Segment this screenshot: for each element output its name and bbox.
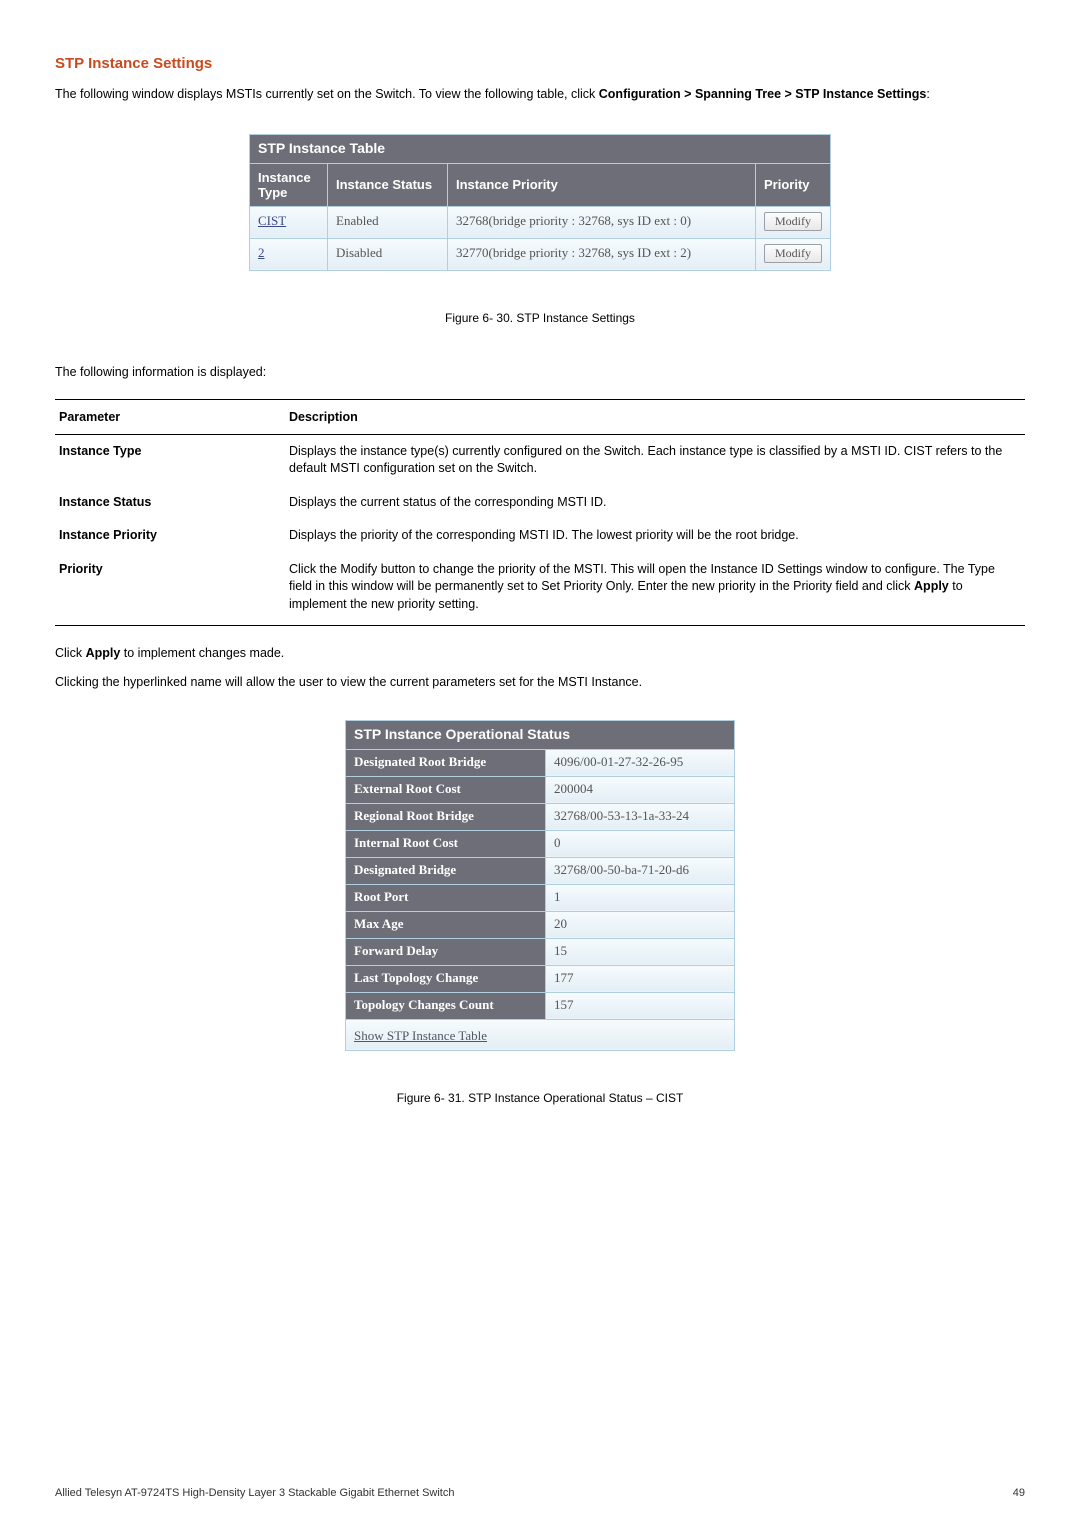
op-status-title: STP Instance Operational Status <box>346 720 735 749</box>
param-name: Instance Priority <box>55 519 285 553</box>
footer-page-number: 49 <box>1013 1487 1025 1499</box>
th-priority: Priority <box>756 163 831 206</box>
op-val: 157 <box>546 992 735 1019</box>
op-status-table: STP Instance Operational Status Designat… <box>345 720 735 1051</box>
op-val: 1 <box>546 884 735 911</box>
op-link-cell: Show STP Instance Table <box>346 1019 735 1050</box>
op-val: 32768/00-50-ba-71-20-d6 <box>546 857 735 884</box>
op-val: 0 <box>546 830 735 857</box>
apply-note-prefix: Click <box>55 646 86 660</box>
figure-caption-1: Figure 6- 30. STP Instance Settings <box>55 311 1025 325</box>
th-instance-type: Instance Type <box>250 163 328 206</box>
param-desc: Click the Modify button to change the pr… <box>285 553 1025 626</box>
cell-instance-priority: 32768(bridge priority : 32768, sys ID ex… <box>448 206 756 238</box>
section-title: STP Instance Settings <box>55 55 1025 72</box>
hyperlink-note: Clicking the hyperlinked name will allow… <box>55 673 1025 692</box>
op-key: Forward Delay <box>346 938 546 965</box>
cell-instance-status: Enabled <box>328 206 448 238</box>
op-key: Last Topology Change <box>346 965 546 992</box>
param-name: Instance Type <box>55 434 285 486</box>
op-key: Designated Bridge <box>346 857 546 884</box>
figure-caption-2: Figure 6- 31. STP Instance Operational S… <box>55 1091 1025 1105</box>
instance-type-link[interactable]: 2 <box>258 245 265 260</box>
cell-instance-type: 2 <box>250 238 328 270</box>
op-key: Regional Root Bridge <box>346 803 546 830</box>
cell-instance-status: Disabled <box>328 238 448 270</box>
apply-note-suffix: to implement changes made. <box>120 646 284 660</box>
op-key: Designated Root Bridge <box>346 749 546 776</box>
op-val: 200004 <box>546 776 735 803</box>
op-key: Max Age <box>346 911 546 938</box>
th-parameter: Parameter <box>55 399 285 434</box>
cell-instance-type: CIST <box>250 206 328 238</box>
intro-suffix: : <box>926 87 929 101</box>
parameter-table: Parameter Description Instance Type Disp… <box>55 399 1025 627</box>
op-val: 32768/00-53-13-1a-33-24 <box>546 803 735 830</box>
intro-prefix: The following window displays MSTIs curr… <box>55 87 599 101</box>
apply-note: Click Apply to implement changes made. <box>55 644 1025 663</box>
op-key: Internal Root Cost <box>346 830 546 857</box>
param-desc: Displays the instance type(s) currently … <box>285 434 1025 486</box>
modify-button[interactable]: Modify <box>764 244 822 263</box>
modify-button[interactable]: Modify <box>764 212 822 231</box>
op-key: Topology Changes Count <box>346 992 546 1019</box>
stp-instance-table: STP Instance Table Instance Type Instanc… <box>249 134 831 271</box>
th-instance-status: Instance Status <box>328 163 448 206</box>
cell-instance-priority: 32770(bridge priority : 32768, sys ID ex… <box>448 238 756 270</box>
param-desc: Displays the current status of the corre… <box>285 486 1025 520</box>
th-instance-priority: Instance Priority <box>448 163 756 206</box>
intro-paragraph: The following window displays MSTIs curr… <box>55 86 1025 104</box>
param-intro: The following information is displayed: <box>55 365 1025 379</box>
op-val: 15 <box>546 938 735 965</box>
stp-instance-table-title: STP Instance Table <box>250 134 831 163</box>
cell-priority-action: Modify <box>756 206 831 238</box>
op-val: 20 <box>546 911 735 938</box>
op-val: 4096/00-01-27-32-26-95 <box>546 749 735 776</box>
show-stp-instance-table-link[interactable]: Show STP Instance Table <box>354 1028 487 1043</box>
th-description: Description <box>285 399 1025 434</box>
param-desc-prefix: Click the Modify button to change the pr… <box>289 562 995 594</box>
cell-priority-action: Modify <box>756 238 831 270</box>
apply-note-bold: Apply <box>86 646 121 660</box>
param-name: Priority <box>55 553 285 626</box>
intro-breadcrumb: Configuration > Spanning Tree > STP Inst… <box>599 87 927 101</box>
page-footer: Allied Telesyn AT-9724TS High-Density La… <box>55 1487 1025 1499</box>
footer-left: Allied Telesyn AT-9724TS High-Density La… <box>55 1487 454 1499</box>
op-val: 177 <box>546 965 735 992</box>
instance-type-link[interactable]: CIST <box>258 213 286 228</box>
param-desc: Displays the priority of the correspondi… <box>285 519 1025 553</box>
op-key: Root Port <box>346 884 546 911</box>
param-name: Instance Status <box>55 486 285 520</box>
op-key: External Root Cost <box>346 776 546 803</box>
param-desc-bold: Apply <box>914 579 949 593</box>
